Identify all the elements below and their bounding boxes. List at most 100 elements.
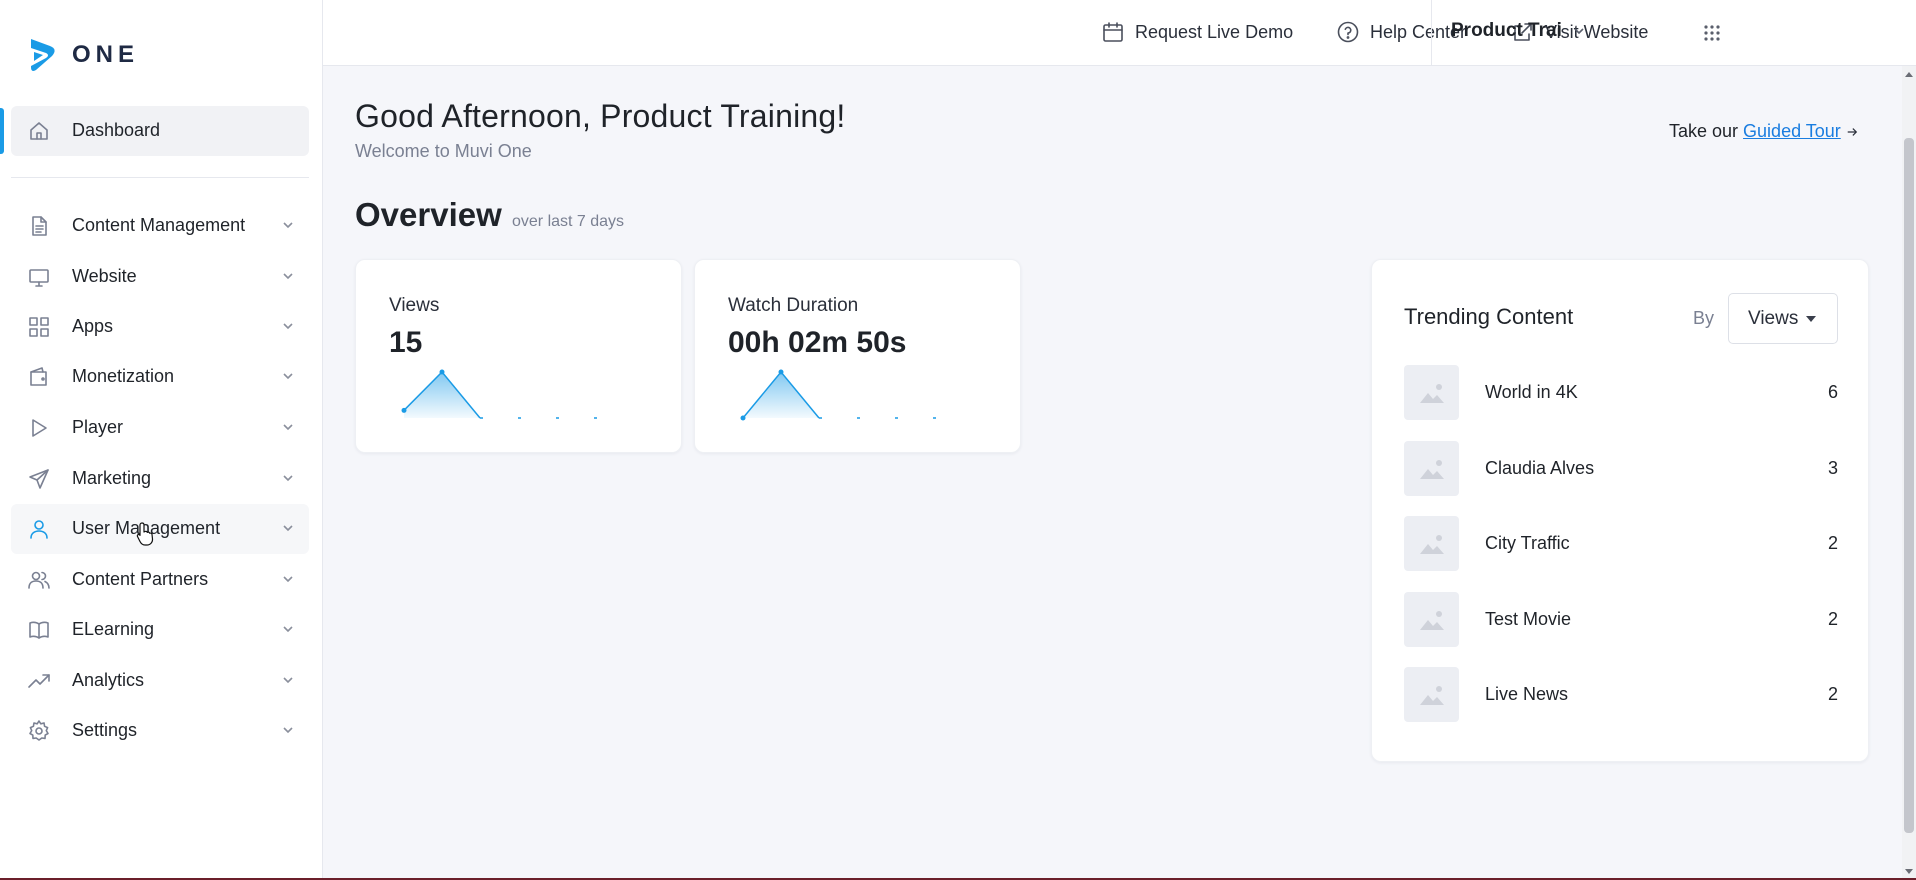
guided-tour-link[interactable]: Guided Tour (1743, 121, 1841, 141)
sparkline-point (439, 369, 445, 375)
users-icon (27, 568, 51, 592)
chevron-down-icon (281, 622, 295, 636)
apps-grid-icon (27, 315, 51, 339)
sidebar-item-label: Dashboard (72, 120, 161, 140)
stat-value: 00h 02m 50s (728, 326, 907, 359)
trending-title: Trending Content (1404, 304, 1574, 329)
request-live-demo-label: Request Live Demo (1135, 21, 1294, 42)
sidebar-item-website[interactable]: Website (11, 252, 309, 302)
user-menu-separator (1431, 0, 1432, 66)
user-icon (27, 517, 51, 541)
trending-item-count: 2 (1827, 609, 1838, 629)
request-live-demo-link[interactable]: Request Live Demo (1101, 20, 1293, 44)
stat-value: 15 (389, 326, 423, 359)
sidebar-item-label: ELearning (72, 619, 155, 639)
sidebar-item-content-partners[interactable]: Content Partners (11, 555, 309, 605)
help-circle-icon (1337, 21, 1359, 43)
trending-item[interactable]: City Traffic 2 (1404, 516, 1838, 572)
chevron-down-icon (281, 319, 295, 333)
monitor-icon (27, 265, 51, 289)
sparkline-area (743, 372, 819, 418)
apps-menu-icon[interactable] (1701, 22, 1723, 44)
trending-item-count: 2 (1827, 684, 1838, 704)
chevron-down-icon (1574, 28, 1584, 35)
welcome-subtitle: Welcome to Muvi One (355, 141, 532, 161)
mouse-pointer-hand-icon (136, 522, 154, 546)
sidebar-item-label: Monetization (72, 366, 175, 386)
trending-item-name: Claudia Alves (1485, 458, 1595, 478)
help-center-link[interactable]: Help Center (1336, 20, 1466, 44)
trending-by-label: By (1693, 308, 1715, 328)
sparkline-area (404, 372, 480, 418)
sidebar-item-label: Marketing (72, 468, 152, 488)
chevron-down-icon (281, 218, 295, 232)
page-scrollbar[interactable] (1902, 66, 1916, 880)
watch-duration-card: Watch Duration 00h 02m 50s (694, 259, 1021, 453)
chevron-down-icon (281, 471, 295, 485)
play-icon (27, 416, 51, 440)
chevron-down-icon (281, 572, 295, 586)
trending-item[interactable]: Test Movie 2 (1404, 592, 1838, 648)
sidebar-item-analytics[interactable]: Analytics (11, 656, 309, 706)
arrow-right-icon (1847, 128, 1857, 136)
trending-item-name: World in 4K (1485, 382, 1578, 402)
trending-sort-select[interactable]: Views (1728, 293, 1838, 344)
sidebar-item-content-management[interactable]: Content Management (11, 201, 309, 251)
sidebar-divider (11, 177, 309, 178)
watch-duration-sparkline (740, 369, 971, 421)
active-indicator (0, 108, 4, 154)
sidebar-item-label: Player (72, 417, 124, 437)
image-placeholder-icon (1404, 667, 1459, 722)
chevron-down-icon (281, 269, 295, 283)
document-icon (27, 214, 51, 238)
sidebar-item-label: Website (72, 266, 137, 286)
chevron-down-icon (281, 723, 295, 737)
logo-mark-icon (31, 39, 55, 71)
sidebar-item-player[interactable]: Player (11, 403, 309, 453)
wallet-icon (27, 365, 51, 389)
image-placeholder-icon (1404, 441, 1459, 496)
trending-up-icon (27, 669, 51, 693)
sidebar-item-elearning[interactable]: ELearning (11, 605, 309, 655)
scrollbar-thumb[interactable] (1904, 138, 1914, 833)
book-icon (27, 618, 51, 642)
sidebar-item-settings[interactable]: Settings (11, 706, 309, 756)
sidebar-item-label: Apps (72, 316, 114, 336)
trending-item[interactable]: Live News 2 (1404, 667, 1838, 723)
trending-item-name: City Traffic (1485, 533, 1570, 553)
guided-tour-prefix: Take our (1669, 121, 1744, 141)
trending-item-count: 2 (1827, 533, 1838, 553)
stat-title: Views (389, 295, 440, 316)
greeting-title: Good Afternoon, Product Training! (355, 98, 846, 134)
sparkline-point (401, 407, 407, 413)
chevron-down-icon (281, 420, 295, 434)
sidebar-item-label: Content Management (72, 215, 246, 235)
gear-icon (27, 719, 51, 743)
overview-title: Overview (355, 196, 502, 233)
trending-item-name: Test Movie (1485, 609, 1572, 629)
user-name: Product Trai (1451, 20, 1562, 41)
sparkline-point (778, 369, 784, 375)
trending-item-count: 6 (1827, 382, 1838, 402)
trending-item[interactable]: Claudia Alves 3 (1404, 441, 1838, 497)
logo[interactable]: ONE (28, 36, 139, 74)
home-icon (27, 119, 51, 143)
trending-content-card: Trending Content By Views World in 4K 6 … (1371, 259, 1869, 762)
trending-item-count: 3 (1827, 458, 1838, 478)
trending-sort-value: Views (1748, 307, 1799, 329)
sidebar-item-label: Settings (72, 720, 138, 740)
sidebar-item-label: Analytics (72, 670, 145, 690)
overview-period: over last 7 days (512, 213, 625, 230)
sidebar-item-dashboard[interactable]: Dashboard (11, 106, 309, 156)
scroll-up-arrow-icon[interactable] (1905, 72, 1913, 77)
user-menu[interactable]: Product Trai (1451, 20, 1591, 42)
sidebar-item-monetization[interactable]: Monetization (11, 352, 309, 402)
logo-text: ONE (72, 41, 140, 68)
scroll-down-arrow-icon[interactable] (1905, 869, 1913, 874)
trending-item-name: Live News (1485, 684, 1569, 704)
trending-item[interactable]: World in 4K 6 (1404, 365, 1838, 421)
chevron-down-icon (281, 521, 295, 535)
sidebar-item-apps[interactable]: Apps (11, 302, 309, 352)
sidebar-item-marketing[interactable]: Marketing (11, 454, 309, 504)
sidebar-item-user-management[interactable]: User Management (11, 504, 309, 554)
